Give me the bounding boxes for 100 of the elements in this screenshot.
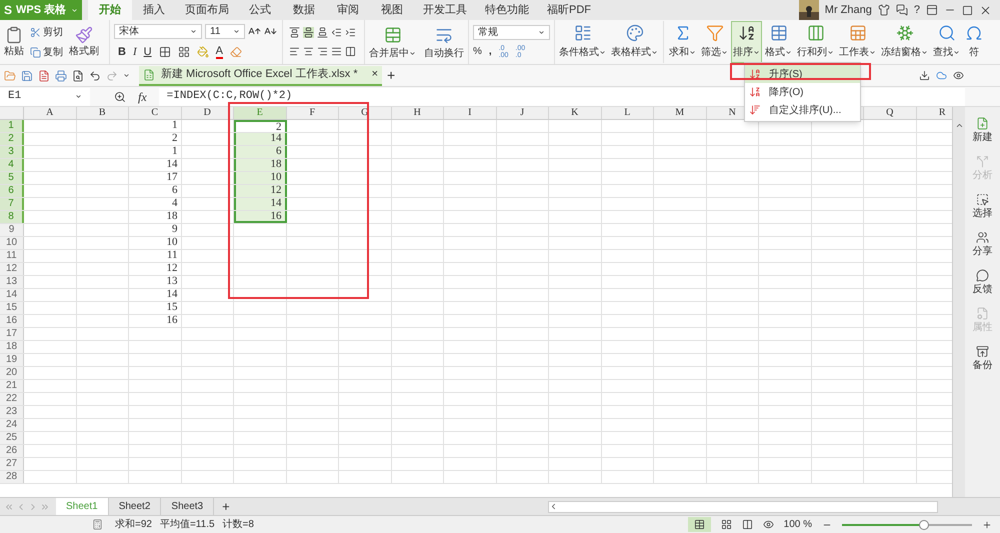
row-header[interactable]: 24 <box>0 419 24 431</box>
font-size-field[interactable]: 11 <box>205 24 245 39</box>
caret-icon <box>753 49 760 56</box>
format-painter-button[interactable]: 格式刷 <box>69 26 99 58</box>
row-header[interactable]: 20 <box>0 367 24 379</box>
ribbon-tab[interactable]: 数据 <box>282 0 326 20</box>
row-header[interactable]: 25 <box>0 432 24 444</box>
merge-center-button[interactable]: 合并居中 <box>369 26 416 61</box>
side-panel-button[interactable]: 新建 <box>972 117 992 145</box>
row-header[interactable]: 27 <box>0 458 24 470</box>
percent-button[interactable]: % <box>473 44 482 59</box>
row-header[interactable]: 26 <box>0 445 24 457</box>
cloud-icon <box>936 70 947 81</box>
copy-button[interactable]: 复制 <box>30 44 63 60</box>
column-header[interactable]: A <box>24 107 76 119</box>
row-header[interactable]: 23 <box>0 406 24 418</box>
ribbon-button[interactable]: 行和列 <box>795 21 836 63</box>
ribbon-tab[interactable]: 插入 <box>132 0 176 20</box>
side-panel-button[interactable]: 选择 <box>972 193 992 221</box>
ribbon-button[interactable]: 符 <box>963 21 985 63</box>
column-header[interactable]: K <box>549 107 602 119</box>
side-panel-button[interactable]: 备份 <box>972 345 992 373</box>
zoom-thumb[interactable] <box>918 520 929 530</box>
row-header[interactable]: 11 <box>0 250 24 262</box>
row-header[interactable]: 14 <box>0 289 24 301</box>
ribbon-button[interactable]: 查找 <box>931 21 962 63</box>
font-color-button[interactable]: A <box>216 46 223 58</box>
ribbon-tab[interactable]: 福昕PDF <box>538 0 600 20</box>
row-header[interactable]: 12 <box>0 263 24 275</box>
ribbon-tab[interactable]: 审阅 <box>326 0 370 20</box>
row-header[interactable]: 13 <box>0 276 24 288</box>
underline-button[interactable]: U <box>144 44 152 60</box>
add-sheet-button[interactable]: + <box>214 496 238 516</box>
row-header[interactable]: 10 <box>0 237 24 249</box>
close-tab-button[interactable]: × <box>372 66 378 83</box>
column-header[interactable]: Q <box>864 107 916 119</box>
ribbon-tab[interactable]: 开始 <box>88 0 132 20</box>
function-label[interactable]: fx <box>138 88 147 106</box>
name-box[interactable]: E1 <box>0 88 90 106</box>
column-header[interactable]: H <box>392 107 444 119</box>
row-header[interactable]: 16 <box>0 315 24 327</box>
caret-icon <box>71 6 78 14</box>
table-cell: 18 <box>129 211 182 223</box>
table-cell: 6 <box>129 185 182 197</box>
normal-view-button[interactable] <box>688 517 711 532</box>
ribbon-tab[interactable]: 特色功能 <box>476 0 538 20</box>
last-sheet-icon[interactable] <box>40 502 50 512</box>
eye-icon <box>953 70 964 81</box>
zoom-level[interactable]: 100 % <box>784 517 812 532</box>
side-panel-button[interactable]: 分享 <box>972 231 992 259</box>
side-panel-button[interactable]: 反馈 <box>972 269 992 297</box>
new-file-icon <box>976 117 989 130</box>
table-icon <box>694 519 705 530</box>
ribbon-button[interactable]: 格式 <box>763 21 794 63</box>
ribbon-button[interactable]: 求和 <box>667 21 698 63</box>
row-header[interactable]: 18 <box>0 341 24 353</box>
merge-cells-icon <box>384 26 402 44</box>
table-cell: 16 <box>129 315 182 327</box>
number-format-field[interactable]: 常规 <box>473 25 550 40</box>
column-header[interactable]: J <box>496 107 549 119</box>
user-name[interactable]: Mr Zhang <box>824 2 872 18</box>
ribbon-button[interactable]: 筛选 <box>699 21 730 63</box>
zoom-slider[interactable] <box>842 518 972 530</box>
first-sheet-icon[interactable] <box>4 502 14 512</box>
wrap-text-button[interactable]: 自动换行 <box>424 26 464 61</box>
font-name-field[interactable]: 宋体 <box>114 24 202 39</box>
ribbon-button[interactable]: 条件格式 <box>557 21 608 63</box>
row-header[interactable]: 21 <box>0 380 24 392</box>
help-button[interactable]: ? <box>914 2 920 18</box>
ribbon-tab[interactable]: 视图 <box>370 0 414 20</box>
ribbon-button[interactable]: 工作表 <box>837 21 878 63</box>
column-header[interactable]: C <box>129 107 182 119</box>
ribbon-button[interactable]: 表格样式 <box>609 21 660 63</box>
ribbon-button[interactable]: 排序 <box>731 21 762 63</box>
row-header[interactable]: 22 <box>0 393 24 405</box>
vertical-scrollbar[interactable] <box>952 107 965 497</box>
column-header[interactable]: F <box>286 107 339 119</box>
column-header[interactable]: M <box>654 107 706 119</box>
document-tab[interactable]: 新建 Microsoft Office Excel 工作表.xlsx * × <box>139 66 382 86</box>
column-header[interactable]: I <box>444 107 496 119</box>
column-header[interactable]: L <box>602 107 654 119</box>
comma-button[interactable]: , <box>488 44 492 59</box>
column-header[interactable]: B <box>76 107 129 119</box>
new-tab-button[interactable]: + <box>387 65 396 86</box>
ribbon-tab[interactable]: 页面布局 <box>176 0 238 20</box>
row-header[interactable]: 28 <box>0 471 24 483</box>
italic-button[interactable]: I <box>132 44 137 60</box>
ribbon-tab[interactable]: 公式 <box>238 0 282 20</box>
ribbon-button[interactable]: 冻结窗格 <box>879 21 930 63</box>
paste-button[interactable]: 粘贴 <box>4 26 24 58</box>
ribbon-tab[interactable]: 开发工具 <box>414 0 476 20</box>
table-cell: 2 <box>129 133 182 145</box>
horizontal-scrollbar[interactable] <box>548 500 938 512</box>
row-header[interactable]: 19 <box>0 354 24 366</box>
row-header[interactable]: 15 <box>0 302 24 314</box>
scroll-up-icon[interactable] <box>954 121 964 130</box>
bold-button[interactable]: B <box>118 44 126 60</box>
cut-button[interactable]: 剪切 <box>30 24 63 40</box>
row-header[interactable]: 17 <box>0 328 24 340</box>
row-header[interactable]: 9 <box>0 224 24 236</box>
